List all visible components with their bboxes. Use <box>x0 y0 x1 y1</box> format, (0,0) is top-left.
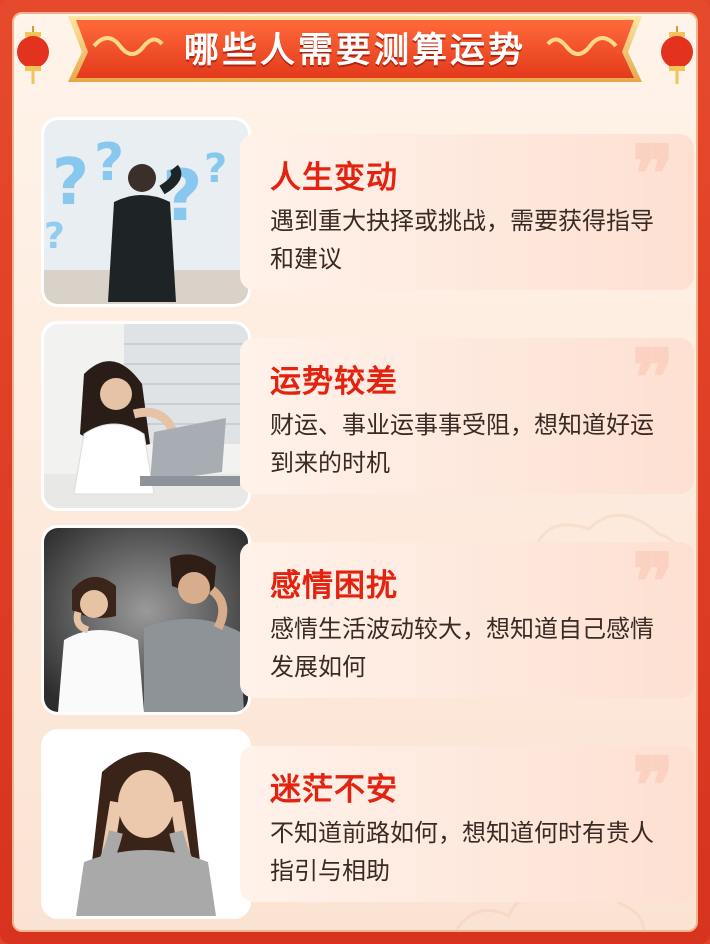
card: ❞ 人生变动 遇到重大抉择或挑战，需要获得指导和建议 <box>240 134 694 290</box>
card: ❞ 迷茫不安 不知道前路如何，想知道何时有贵人指引与相助 <box>240 746 694 902</box>
title-banner: 哪些人需要测算运势 <box>58 6 652 88</box>
photo-couple-back-to-back <box>44 528 248 712</box>
photo-man-question-marks: ? ? ? ? ? <box>44 120 248 304</box>
card-description: 财运、事业运事事受阻，想知道好运到来的时机 <box>270 411 654 477</box>
card: ❞ 运势较差 财运、事业运事事受阻，想知道好运到来的时机 <box>240 338 694 494</box>
content-panel: ? ? ? ? ? ❞ 人生变动 遇到重大抉择或挑战，需要获得指导和建议 ❞ 运… <box>12 12 698 932</box>
svg-text:?: ? <box>52 146 89 220</box>
photo-woman-laptop <box>44 324 248 508</box>
card-title: 迷茫不安 <box>270 772 398 808</box>
lantern-icon <box>661 26 693 84</box>
svg-text:?: ? <box>44 216 65 257</box>
lantern-icon <box>17 26 49 84</box>
card-title: 人生变动 <box>270 160 398 196</box>
card-title: 运势较差 <box>270 364 398 400</box>
card-row-1: ? ? ? ? ? ❞ 人生变动 遇到重大抉择或挑战，需要获得指导和建议 <box>44 120 694 304</box>
svg-text:?: ? <box>94 133 124 193</box>
card: ❞ 感情困扰 感情生活波动较大，想知道自己感情发展如何 <box>240 542 694 698</box>
card-description: 不知道前路如何，想知道何时有贵人指引与相助 <box>270 819 654 885</box>
svg-text:?: ? <box>204 146 227 192</box>
page-title: 哪些人需要测算运势 <box>183 30 526 71</box>
card-row-2: ❞ 运势较差 财运、事业运事事受阻，想知道好运到来的时机 <box>44 324 694 508</box>
card-row-3: ❞ 感情困扰 感情生活波动较大，想知道自己感情发展如何 <box>44 528 694 712</box>
photo-woman-holding-head <box>44 732 248 916</box>
card-description: 感情生活波动较大，想知道自己感情发展如何 <box>270 615 654 681</box>
card-description: 遇到重大抉择或挑战，需要获得指导和建议 <box>270 207 654 273</box>
card-row-4: ❞ 迷茫不安 不知道前路如何，想知道何时有贵人指引与相助 <box>44 732 694 916</box>
card-title: 感情困扰 <box>270 568 398 604</box>
page-frame: ? ? ? ? ? ❞ 人生变动 遇到重大抉择或挑战，需要获得指导和建议 ❞ 运… <box>0 0 710 944</box>
